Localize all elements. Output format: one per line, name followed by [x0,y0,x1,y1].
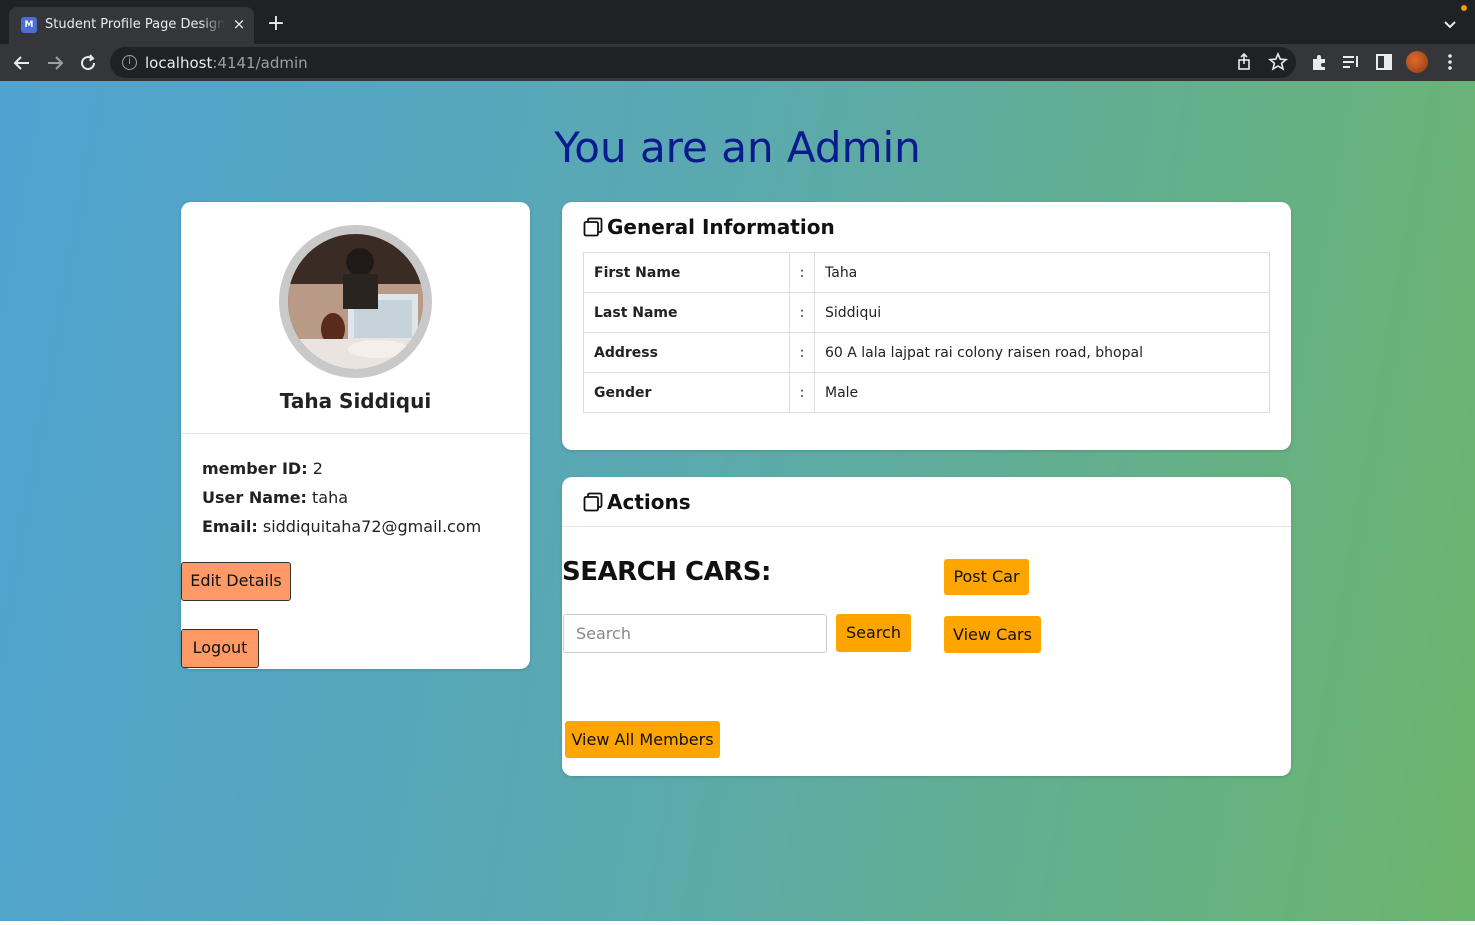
email-line: Email: siddiquitaha72@gmail.com [202,517,481,536]
row-value: 60 A lala lajpat rai colony raisen road,… [814,332,1270,373]
address-bar[interactable]: i localhost:4141/admin [110,47,1296,78]
username-label: User Name: [202,488,307,507]
url-text: localhost:4141/admin [145,54,308,72]
row-key: Gender [583,372,790,413]
search-button[interactable]: Search [836,614,911,652]
menu-kebab-icon[interactable] [1438,50,1462,74]
table-row: Gender : Male [583,372,1270,413]
close-tab-icon[interactable]: × [230,15,248,33]
actions-card: Actions SEARCH CARS: Search Post Car Vie… [562,477,1291,776]
logout-button[interactable]: Logout [181,629,259,668]
profile-name: Taha Siddiqui [279,389,432,413]
actions-divider [562,526,1291,527]
row-key: Last Name [583,292,790,333]
general-info-card: General Information First Name : Taha La… [562,202,1291,450]
email-value: siddiquitaha72@gmail.com [262,517,482,536]
row-value: Taha [814,252,1270,293]
member-id-line: member ID: 2 [202,459,323,478]
row-separator: : [789,372,815,413]
tab-title: Student Profile Page Design Ex [45,17,225,35]
avatar [279,225,432,378]
favicon-icon: M [21,17,37,33]
share-icon[interactable] [1232,50,1256,74]
row-key: Address [583,332,790,373]
tab-search-icon[interactable] [1440,14,1460,34]
general-info-title: General Information [607,215,835,239]
table-row: Address : 60 A lala lajpat rai colony ra… [583,332,1270,373]
avatar-photo [288,234,423,369]
clone-icon [583,492,603,512]
row-key: First Name [583,252,790,293]
email-label: Email: [202,517,258,536]
username-line: User Name: taha [202,488,348,507]
clone-icon [583,217,603,237]
edit-details-button[interactable]: Edit Details [181,562,291,601]
search-input[interactable] [563,614,827,653]
page-background: You are an Admin Taha Siddiqui member ID… [0,81,1475,921]
forward-icon[interactable] [42,50,68,76]
media-queue-icon[interactable] [1339,50,1363,74]
view-cars-button[interactable]: View Cars [944,616,1041,653]
member-id-value: 2 [312,459,323,478]
member-id-label: member ID: [202,459,308,478]
username-value: taha [312,488,349,507]
page-title: You are an Admin [554,123,921,172]
window-bottom-edge [0,921,1475,925]
row-value: Male [814,372,1270,413]
back-icon[interactable] [9,50,35,76]
profile-divider [181,433,530,434]
browser-tab[interactable]: M Student Profile Page Design Ex × [9,7,254,44]
row-separator: : [789,252,815,293]
site-info-icon[interactable]: i [122,55,137,70]
profile-card: Taha Siddiqui member ID: 2 User Name: ta… [181,202,530,669]
row-separator: : [789,292,815,333]
actions-title: Actions [607,490,691,514]
table-row: Last Name : Siddiqui [583,292,1270,333]
general-info-table: First Name : Taha Last Name : Siddiqui A… [583,252,1270,413]
extensions-icon[interactable] [1307,50,1331,74]
row-value: Siddiqui [814,292,1270,333]
post-car-button[interactable]: Post Car [944,559,1029,595]
reload-icon[interactable] [75,50,101,76]
profile-avatar-icon[interactable] [1406,51,1428,73]
new-tab-button[interactable]: + [264,12,288,36]
browser-tab-bar: M Student Profile Page Design Ex × + [0,0,1475,44]
notification-dot [1461,5,1467,11]
side-panel-icon[interactable] [1372,50,1396,74]
view-all-members-button[interactable]: View All Members [565,721,720,758]
bookmark-star-icon[interactable] [1266,50,1290,74]
search-cars-title: SEARCH CARS: [562,557,771,587]
row-separator: : [789,332,815,373]
table-row: First Name : Taha [583,252,1270,293]
browser-toolbar: i localhost:4141/admin [0,44,1475,81]
